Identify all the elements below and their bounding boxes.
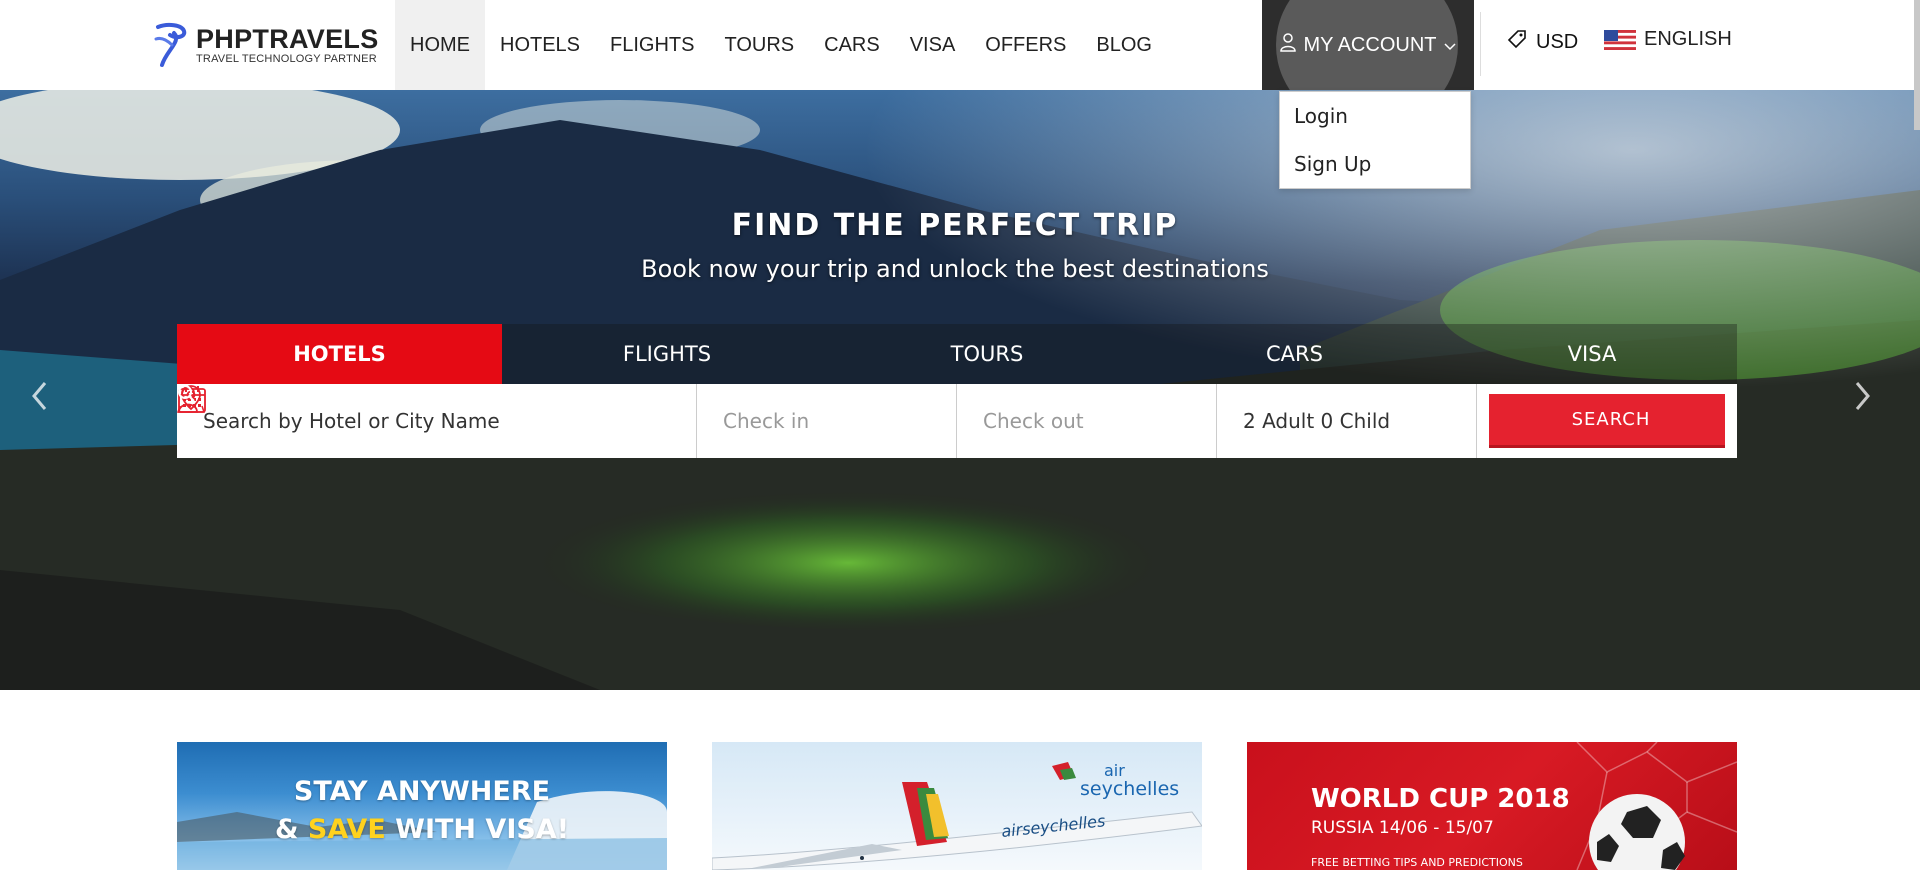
checkout-input[interactable]: Check out (983, 409, 1084, 433)
hero-banner: FIND THE PERFECT TRIP Book now your trip… (0, 90, 1920, 690)
logo-mark-icon (152, 21, 190, 69)
guests-value[interactable]: 2 Adult 0 Child (1243, 409, 1390, 433)
chevron-left-icon (32, 382, 47, 410)
my-account-button[interactable]: MY ACCOUNT (1262, 0, 1474, 90)
currency-selector[interactable]: USD (1506, 28, 1578, 56)
currency-label: USD (1536, 30, 1579, 53)
tab-hotels[interactable]: HOTELS (177, 324, 502, 384)
nav-blog[interactable]: BLOG (1081, 0, 1167, 90)
checkin-input[interactable]: Check in (723, 409, 809, 433)
hero-subtitle: Book now your trip and unlock the best d… (641, 255, 1269, 283)
carousel-prev-button[interactable] (30, 380, 60, 420)
chevron-down-icon (1444, 34, 1457, 57)
language-label: ENGLISH (1644, 28, 1732, 50)
world-cup-title: WORLD CUP 2018 (1311, 784, 1570, 814)
air-seychelles-logo: air seychelles (1080, 761, 1180, 800)
currency-tag-icon (1506, 28, 1528, 56)
signup-link[interactable]: Sign Up (1280, 140, 1470, 188)
nav-cars[interactable]: CARS (809, 0, 895, 90)
nav-visa[interactable]: VISA (895, 0, 971, 90)
page-scrollbar[interactable] (1914, 0, 1920, 130)
promo-card-world-cup[interactable]: WORLD CUP 2018 RUSSIA 14/06 - 15/07 FREE… (1247, 742, 1737, 870)
brand-tagline: TRAVEL TECHNOLOGY PARTNER (196, 53, 377, 65)
carousel-next-button[interactable] (1854, 380, 1884, 420)
tab-visa[interactable]: VISA (1447, 324, 1737, 384)
hotel-search-form: Search by Hotel or City Name Check in Ch… (177, 384, 1737, 458)
header-divider (1480, 12, 1481, 76)
checkin-field[interactable]: Check in (178, 384, 957, 458)
brand-name: PHPTRAVELS (196, 24, 379, 54)
login-link[interactable]: Login (1280, 92, 1470, 140)
world-cup-footer: FREE BETTING TIPS AND PREDICTIONS (1311, 856, 1523, 869)
chevron-right-icon (1855, 382, 1870, 410)
language-selector[interactable]: ENGLISH (1604, 28, 1732, 51)
site-header: PHPTRAVELS TRAVEL TECHNOLOGY PARTNER HOM… (0, 0, 1920, 90)
search-tabs: HOTELS FLIGHTS TOURS CARS VISA (177, 324, 1737, 384)
tab-tours[interactable]: TOURS (832, 324, 1142, 384)
main-nav: HOME HOTELS FLIGHTS TOURS CARS VISA OFFE… (395, 0, 1167, 90)
checkout-field[interactable]: Check out (178, 384, 1217, 458)
nav-hotels[interactable]: HOTELS (485, 0, 595, 90)
promo-visa-headline: STAY ANYWHERE (293, 776, 551, 807)
promo-card-air-seychelles[interactable]: airseychelles air seychelles (712, 742, 1202, 870)
promo-visa-subline: & SAVE WITH VISA! (274, 814, 570, 845)
tab-cars[interactable]: CARS (1142, 324, 1447, 384)
logo[interactable]: PHPTRAVELS TRAVEL TECHNOLOGY PARTNER (152, 20, 379, 70)
search-button[interactable]: SEARCH (178, 385, 1725, 448)
promo-card-visa[interactable]: STAY ANYWHERE & SAVE WITH VISA! (177, 742, 667, 870)
destination-field[interactable]: Search by Hotel or City Name (177, 384, 697, 458)
guests-field[interactable]: 2 Adult 0 Child (178, 384, 1477, 458)
tab-flights[interactable]: FLIGHTS (502, 324, 832, 384)
search-button-label: SEARCH (1571, 409, 1651, 430)
account-icon (1279, 32, 1296, 58)
nav-tours[interactable]: TOURS (709, 0, 809, 90)
hero-title: FIND THE PERFECT TRIP (731, 208, 1179, 243)
account-dropdown-menu: Login Sign Up (1279, 91, 1471, 189)
nav-home[interactable]: HOME (395, 0, 485, 90)
us-flag-icon (1604, 29, 1636, 50)
destination-input[interactable]: Search by Hotel or City Name (203, 409, 500, 433)
world-cup-dates: RUSSIA 14/06 - 15/07 (1311, 818, 1494, 838)
nav-flights[interactable]: FLIGHTS (595, 0, 709, 90)
nav-offers[interactable]: OFFERS (970, 0, 1081, 90)
my-account-label: MY ACCOUNT (1303, 33, 1437, 56)
